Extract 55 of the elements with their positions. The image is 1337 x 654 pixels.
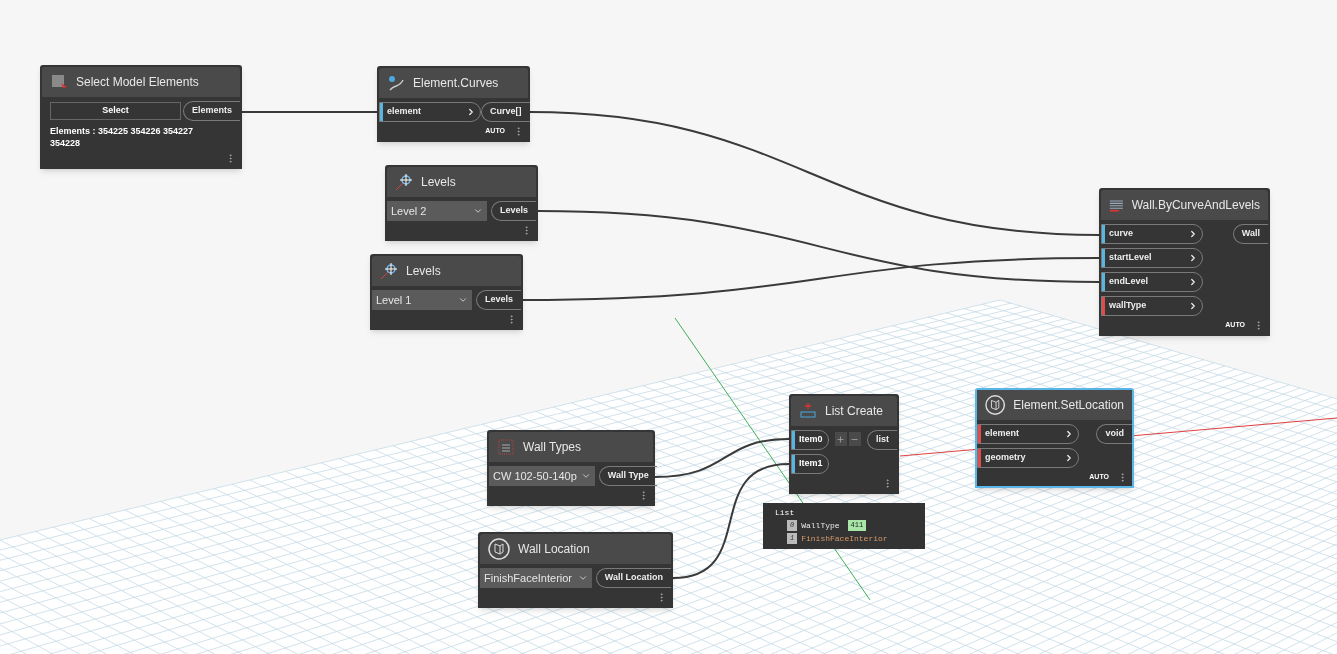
node-title: Wall Location	[518, 541, 590, 558]
port-label: Item0	[798, 433, 823, 447]
chevron-icon	[1188, 229, 1198, 239]
remove-input-button[interactable]	[849, 432, 861, 446]
node-card[interactable]: Wall Types CW 102-50-140p Wall Type	[487, 430, 655, 506]
list-item: WallType	[801, 519, 840, 532]
crosshair-icon	[380, 262, 398, 280]
chevron-icon	[1188, 277, 1198, 287]
element-icon	[488, 538, 510, 560]
list-item: FinishFaceInterior	[801, 532, 888, 545]
chevron-icon	[472, 206, 483, 216]
node-title: Levels	[421, 174, 456, 191]
chevron-icon	[577, 573, 588, 583]
chevron-icon	[1064, 429, 1074, 439]
node-title: Wall.ByCurveAndLevels	[1131, 197, 1260, 214]
node-card[interactable]: List Create Item0 Item1 list	[789, 394, 899, 494]
port-label: endLevel	[1108, 275, 1149, 289]
node-title: List Create	[825, 403, 884, 420]
node-title: Wall Types	[523, 439, 582, 456]
dropdown-field[interactable]: CW 102-50-140p	[489, 466, 595, 486]
node-card[interactable]: Levels Level 2 Levels	[385, 165, 538, 241]
dropdown-field[interactable]: Level 2	[387, 201, 487, 221]
node-title: Element.SetLocation	[1013, 397, 1124, 414]
node-title: Select Model Elements	[76, 74, 199, 91]
port-label: Item1	[798, 457, 823, 471]
crosshair-icon	[395, 173, 413, 191]
node-card[interactable]: Levels Level 1 Levels	[370, 254, 523, 330]
select-button[interactable]: Select	[50, 102, 181, 120]
add-input-button[interactable]	[835, 432, 847, 446]
dropdown-field[interactable]: FinishFaceInterior	[480, 568, 592, 588]
node-title: Levels	[406, 263, 441, 280]
selection-result: Elements : 354225 354226 354227 354228	[50, 125, 195, 149]
plus-icon	[836, 434, 846, 444]
port-label: startLevel	[1108, 251, 1153, 265]
chevron-icon	[1188, 253, 1198, 263]
chevron-icon	[1188, 301, 1198, 311]
node-card[interactable]: Select Model Elements Select Elements Elements : 354225 354226 354227 354228	[40, 65, 242, 169]
chevron-icon	[580, 471, 591, 481]
preview-title: List	[775, 507, 796, 519]
wall-types-icon	[497, 438, 515, 456]
dropdown-field[interactable]: Level 1	[372, 290, 472, 310]
port-label: wallType	[1108, 299, 1148, 313]
port-label: element	[386, 105, 422, 119]
list-icon	[799, 402, 817, 420]
selection-icon	[50, 73, 68, 91]
curve-icon	[387, 74, 405, 92]
chevron-icon	[1064, 453, 1074, 463]
port-label: element	[984, 427, 1020, 441]
node-card[interactable]: Wall Location FinishFaceInterior Wall Location	[478, 532, 673, 608]
element-icon	[985, 394, 1006, 416]
chevron-icon	[466, 107, 476, 117]
port-label: curve	[1108, 227, 1135, 241]
node-title: Element.Curves	[413, 75, 499, 92]
port-label: geometry	[984, 451, 1027, 465]
chevron-icon	[457, 295, 468, 305]
